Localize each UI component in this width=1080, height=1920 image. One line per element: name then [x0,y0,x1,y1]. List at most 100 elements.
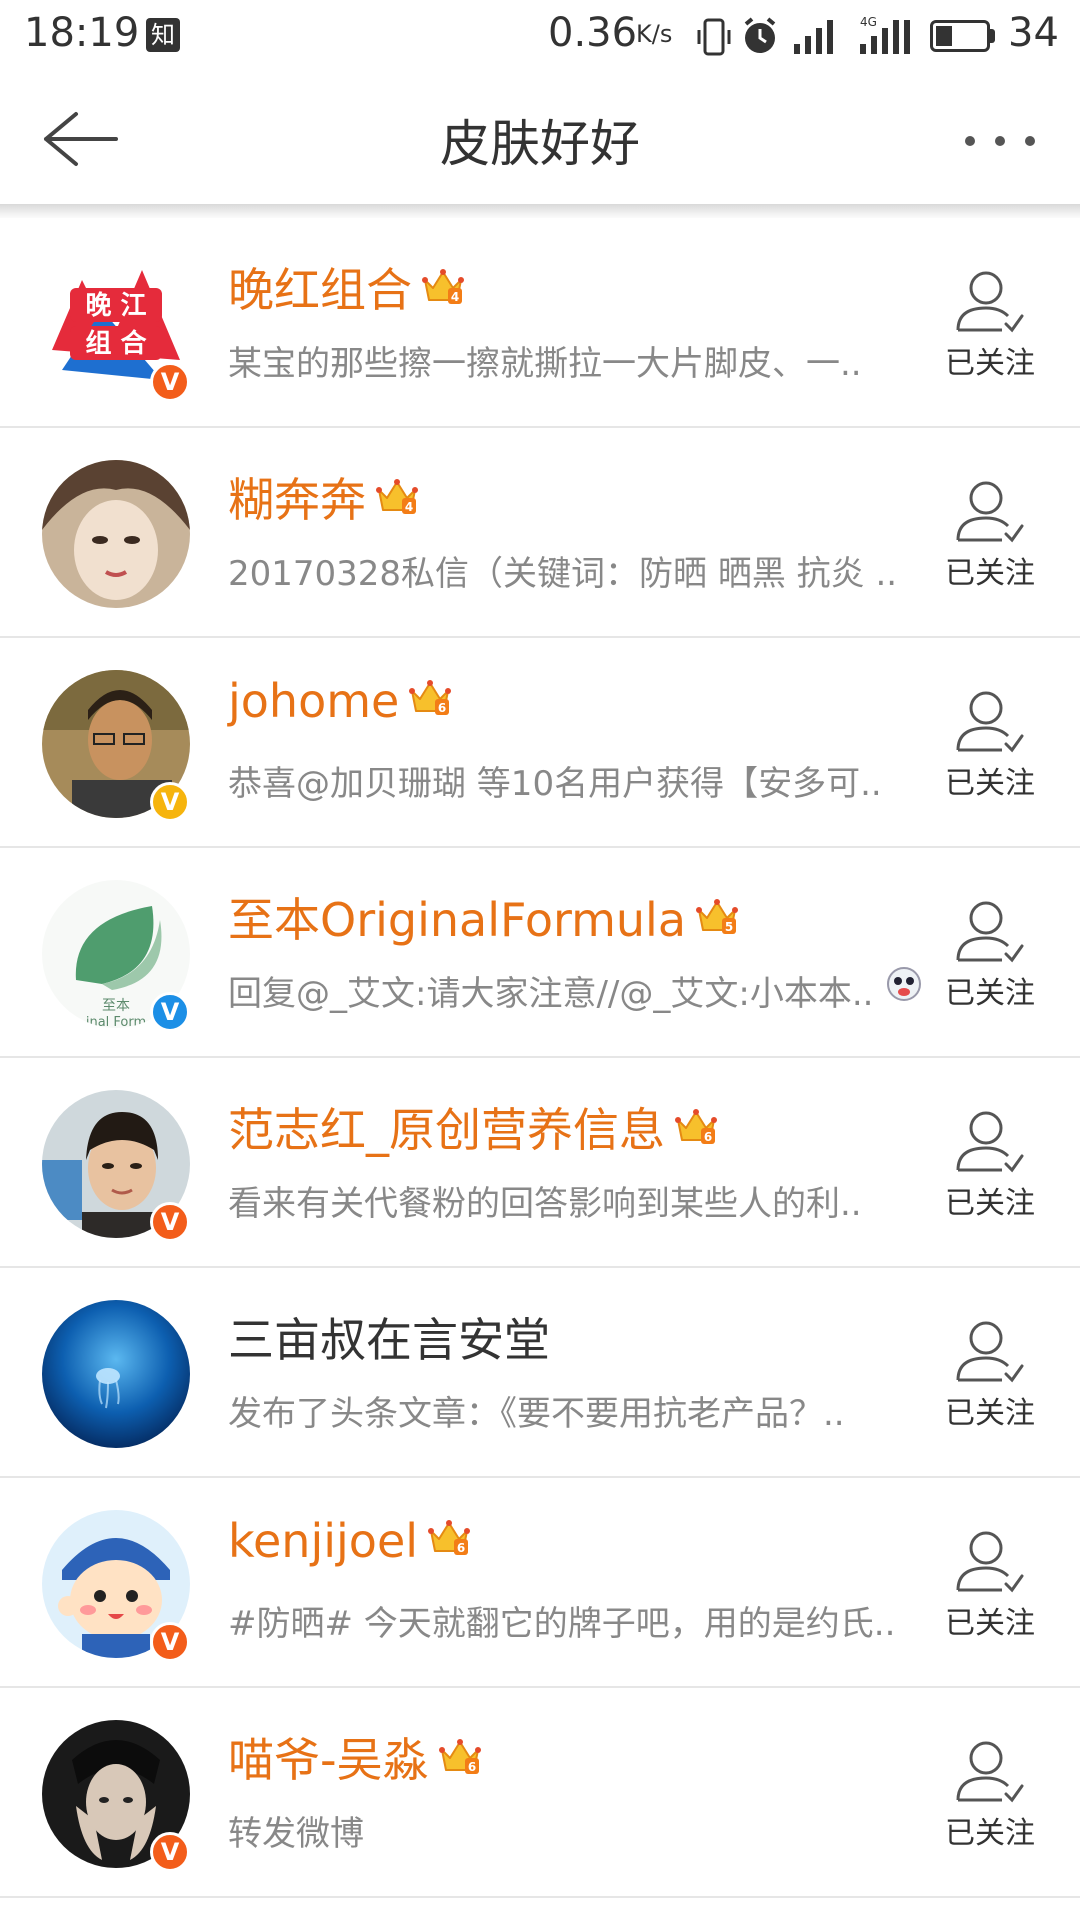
followed-button[interactable]: 已关注 [930,1108,1050,1228]
followed-button[interactable]: 已关注 [930,1528,1050,1648]
user-name-text: kenjijoel [228,1514,419,1568]
followed-user-icon [930,478,1050,552]
list-item[interactable]: Vjohome 6 恭喜@加贝珊瑚 等10名用户获得【安多可.. 已关注 [0,638,1080,848]
user-name[interactable]: kenjijoel 6 [228,1514,471,1572]
user-name[interactable]: johome 6 [228,674,452,732]
emoji-icon [886,966,922,1002]
verified-badge-icon: V [150,1202,190,1242]
followed-user-icon [930,1528,1050,1602]
vibrate-icon [697,18,731,56]
avatar[interactable] [42,1300,190,1448]
followed-user-icon [930,1318,1050,1392]
list-item[interactable]: V 范志红_原创营养信息 6 看来有关代餐粉的回答影响到某些人的利.. 已关注 [0,1058,1080,1268]
user-name[interactable]: 范志红_原创营养信息 6 [228,1094,717,1161]
user-name[interactable]: 糊奔奔 4 [228,464,418,531]
list-item[interactable]: 三亩叔在言安堂发布了头条文章：《要不要用抗老产品？.. 已关注 [0,1268,1080,1478]
vip-crown-icon: 6 [438,1733,481,1787]
user-name[interactable]: 三亩叔在言安堂 [228,1304,550,1370]
followed-label: 已关注 [945,766,1035,801]
user-name-text: 三亩叔在言安堂 [228,1313,550,1367]
svg-text:6: 6 [467,1760,475,1774]
followed-button[interactable]: 已关注 [930,898,1050,1018]
verified-badge-icon: V [150,362,190,402]
followed-label: 已关注 [945,556,1035,591]
followed-label: 已关注 [945,976,1035,1011]
user-name-text: 糊奔奔 [228,473,366,527]
latest-post-preview: 回复@_艾文:请大家注意//@_艾文:小本本.. [228,974,874,1014]
svg-text:4: 4 [405,500,413,514]
verified-badge-icon: V [150,782,190,822]
followed-button[interactable]: 已关注 [930,268,1050,388]
latest-post-preview: 看来有关代餐粉的回答影响到某些人的利.. [228,1184,862,1224]
followed-button[interactable]: 已关注 [930,1318,1050,1438]
net-speed-unit: K/s [636,20,673,48]
svg-text:晚 江: 晚 江 [85,291,146,321]
svg-text:6: 6 [704,1130,712,1144]
battery-fill [936,26,952,46]
vip-crown-icon: 4 [376,473,418,527]
page-title: 皮肤好好 [440,115,640,173]
followed-user-icon [930,898,1050,972]
followed-user-icon [930,1738,1050,1812]
user-name-text: 至本OriginalFormula [228,893,687,947]
followed-label: 已关注 [945,1606,1035,1641]
verified-badge-icon: V [150,1832,190,1872]
svg-text:至本: 至本 [102,998,130,1014]
followed-label: 已关注 [945,1396,1035,1431]
latest-post-preview: 发布了头条文章：《要不要用抗老产品？.. [228,1394,845,1434]
user-name-text: johome [228,674,400,728]
battery-icon [930,20,990,52]
followed-user-icon [930,688,1050,762]
followed-label: 已关注 [945,346,1035,381]
svg-text:6: 6 [457,1541,465,1555]
user-name-text: 晚红组合 [228,263,412,317]
status-bar: 18:19 知 0.36 K/s 4G 34 [0,0,1080,76]
verified-badge-icon: V [150,1622,190,1662]
svg-text:5: 5 [725,920,733,934]
battery-percent: 34 [1008,10,1059,56]
user-name[interactable]: 至本OriginalFormula 5 [228,884,739,951]
svg-text:组 合: 组 合 [85,328,147,359]
list-item[interactable]: 至本 inal Form V 至本OriginalFormula 5 回复@_艾文:请大家… [0,848,1080,1058]
battery-tip [990,29,995,43]
vip-crown-icon: 4 [422,263,464,317]
latest-post-preview: 转发微博 [228,1814,364,1854]
verified-badge-icon: V [150,992,190,1032]
nav-bar: 皮肤好好 [0,76,1080,204]
user-name[interactable]: 晚红组合 4 [228,254,464,321]
svg-text:4G: 4G [860,15,877,29]
alarm-icon [744,17,776,53]
user-list: 晚 江组 合 V 晚红组合 4 某宝的那些擦一擦就撕拉一大片脚皮、一.. 已关注 糊奔奔 4 2… [0,218,1080,1898]
latest-post-preview: 20170328私信（关键词：防晒 晒黑 抗炎 .. [228,554,898,594]
signal-icon [794,20,833,54]
followed-user-icon [930,268,1050,342]
list-item[interactable]: Vkenjijoel 6 #防晒# 今天就翻它的牌子吧，用的是约氏.. 已关注 [0,1478,1080,1688]
followed-user-icon [930,1108,1050,1182]
signal-4g-icon: 4G [860,15,910,54]
more-dots-icon[interactable] [960,126,1040,156]
list-item[interactable]: 糊奔奔 4 20170328私信（关键词：防晒 晒黑 抗炎 .. 已关注 [0,428,1080,638]
vip-crown-icon: 6 [675,1103,717,1157]
user-name[interactable]: 喵爷-吴淼 6 [228,1724,481,1791]
list-item[interactable]: 晚 江组 合 V 晚红组合 4 某宝的那些擦一擦就撕拉一大片脚皮、一.. 已关注 [0,218,1080,428]
latest-post-preview: 某宝的那些擦一擦就撕拉一大片脚皮、一.. [228,344,862,384]
latest-post-preview: 恭喜@加贝珊瑚 等10名用户获得【安多可.. [228,764,882,804]
vip-crown-icon: 6 [409,674,452,728]
status-time: 18:19 [24,10,140,56]
vip-crown-icon: 6 [428,1514,471,1568]
svg-text:inal Form: inal Form [86,1015,146,1028]
vip-crown-icon: 5 [696,893,739,947]
svg-text:6: 6 [438,701,446,715]
user-name-text: 喵爷-吴淼 [228,1733,429,1787]
avatar[interactable] [42,460,190,608]
latest-post-preview: #防晒# 今天就翻它的牌子吧，用的是约氏.. [228,1604,896,1644]
followed-label: 已关注 [945,1816,1035,1851]
net-speed: 0.36 [548,10,638,56]
list-item[interactable]: V 喵爷-吴淼 6 转发微博 已关注 [0,1688,1080,1898]
svg-text:4: 4 [451,290,459,304]
followed-button[interactable]: 已关注 [930,1738,1050,1858]
zhihu-app-icon: 知 [146,18,180,52]
user-name-text: 范志红_原创营养信息 [228,1103,665,1157]
followed-button[interactable]: 已关注 [930,478,1050,598]
followed-button[interactable]: 已关注 [930,688,1050,808]
